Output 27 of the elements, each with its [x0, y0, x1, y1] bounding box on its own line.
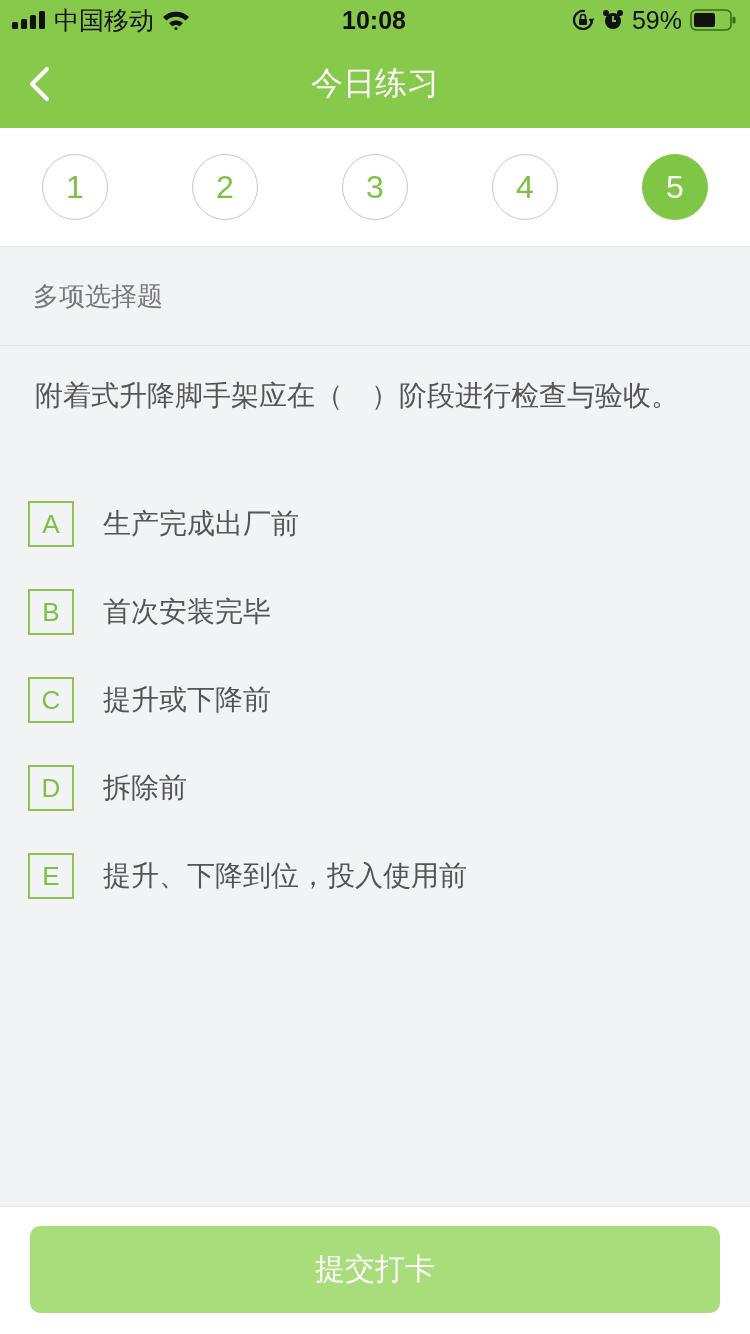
question-number-tab[interactable]: 2: [192, 154, 258, 220]
question-text: 附着式升降脚手架应在（ ）阶段进行检查与验收。: [35, 379, 679, 413]
question-number-tab[interactable]: 1: [42, 154, 108, 220]
wifi-icon: [162, 10, 190, 30]
option-letter-checkbox[interactable]: D: [28, 765, 74, 811]
page-title: 今日练习: [311, 64, 439, 103]
question-number-tab[interactable]: 4: [492, 154, 558, 220]
option-letter-checkbox[interactable]: C: [28, 677, 74, 723]
question-type-label: 多项选择题: [33, 279, 163, 313]
option-text[interactable]: 生产完成出厂前: [103, 505, 299, 543]
battery-icon: [690, 9, 736, 31]
question-number-tab[interactable]: 5: [642, 154, 708, 220]
back-icon[interactable]: [28, 66, 50, 102]
status-time: 10:08: [342, 5, 406, 35]
signal-icon: [12, 11, 46, 29]
rotation-lock-icon: [571, 9, 594, 31]
carrier-name: 中国移动: [54, 4, 154, 36]
question-number-tab[interactable]: 3: [342, 154, 408, 220]
option-letter-checkbox[interactable]: A: [28, 501, 74, 547]
option-text[interactable]: 拆除前: [103, 769, 187, 807]
option-letter-checkbox[interactable]: E: [28, 853, 74, 899]
option-text[interactable]: 提升、下降到位，投入使用前: [103, 857, 467, 895]
option-text[interactable]: 提升或下降前: [103, 681, 271, 719]
option-letter-checkbox[interactable]: B: [28, 589, 74, 635]
battery-percent: 59%: [631, 5, 682, 35]
option-text[interactable]: 首次安装完毕: [103, 593, 271, 631]
alarm-clock-icon: [601, 9, 624, 31]
